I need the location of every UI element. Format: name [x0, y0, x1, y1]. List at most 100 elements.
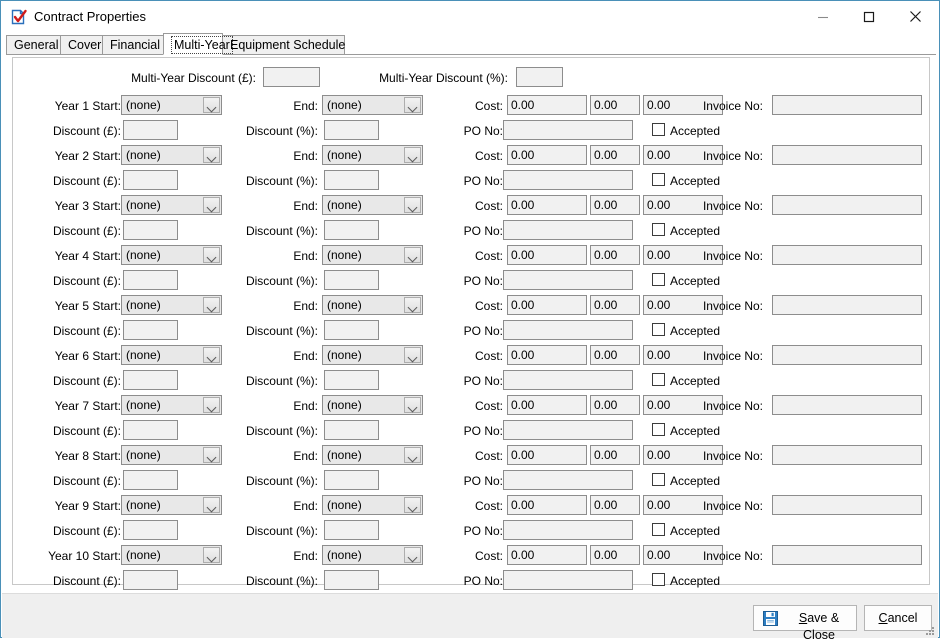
year-start-label-4: Year 4 Start:: [54, 249, 121, 263]
accepted-checkbox-1[interactable]: [652, 123, 665, 136]
tab-general[interactable]: General: [6, 35, 61, 54]
invoice-no-label-1: Invoice No:: [702, 99, 763, 113]
cost-input-2-4[interactable]: 0.00: [590, 245, 640, 265]
cost-input-1-9[interactable]: 0.00: [507, 495, 587, 515]
invoice-no-input-6[interactable]: [772, 345, 922, 365]
discount-pounds-input-2[interactable]: [123, 170, 178, 190]
cost-input-2-6[interactable]: 0.00: [590, 345, 640, 365]
invoice-no-input-2[interactable]: [772, 145, 922, 165]
po-no-input-1[interactable]: [503, 120, 633, 140]
invoice-no-input-7[interactable]: [772, 395, 922, 415]
po-no-input-9[interactable]: [503, 520, 633, 540]
discount-pounds-input-4[interactable]: [123, 270, 178, 290]
tab-label: General: [14, 38, 59, 52]
cost-label-6: Cost:: [474, 349, 503, 363]
accepted-checkbox-2[interactable]: [652, 173, 665, 186]
cost-input-2-3[interactable]: 0.00: [590, 195, 640, 215]
discount-percent-input-1[interactable]: [324, 120, 379, 140]
discount-pounds-input-1[interactable]: [123, 120, 178, 140]
cancel-button[interactable]: Cancel: [864, 605, 932, 631]
accepted-checkbox-3[interactable]: [652, 223, 665, 236]
minimize-button[interactable]: [800, 1, 846, 32]
po-no-input-10[interactable]: [503, 570, 633, 590]
discount-pounds-input-5[interactable]: [123, 320, 178, 340]
discount-percent-input-7[interactable]: [324, 420, 379, 440]
resize-grip-icon[interactable]: [923, 624, 935, 636]
discount-percent-input-3[interactable]: [324, 220, 379, 240]
discount-percent-input-8[interactable]: [324, 470, 379, 490]
po-no-input-8[interactable]: [503, 470, 633, 490]
discount-pounds-input-10[interactable]: [123, 570, 178, 590]
end-label-4: End:: [293, 249, 318, 263]
year-start-label-7: Year 7 Start:: [54, 399, 121, 413]
cost-input-1-4[interactable]: 0.00: [507, 245, 587, 265]
cost-input-1-7[interactable]: 0.00: [507, 395, 587, 415]
discount-pounds-input-9[interactable]: [123, 520, 178, 540]
tab-cover[interactable]: Cover: [60, 35, 103, 54]
save-and-close-button[interactable]: Save & Close: [753, 605, 857, 642]
discount-percent-input-5[interactable]: [324, 320, 379, 340]
invoice-no-input-10[interactable]: [772, 545, 922, 565]
po-no-input-5[interactable]: [503, 320, 633, 340]
cost-input-1-2[interactable]: 0.00: [507, 145, 587, 165]
invoice-no-input-9[interactable]: [772, 495, 922, 515]
accepted-checkbox-4[interactable]: [652, 273, 665, 286]
cost-input-2-2[interactable]: 0.00: [590, 145, 640, 165]
accepted-checkbox-9[interactable]: [652, 523, 665, 536]
tab-financial[interactable]: Financial: [102, 35, 164, 54]
cost-input-2-9[interactable]: 0.00: [590, 495, 640, 515]
accepted-checkbox-5[interactable]: [652, 323, 665, 336]
year-start-label-1: Year 1 Start:: [54, 99, 121, 113]
po-no-input-6[interactable]: [503, 370, 633, 390]
discount-percent-input-4[interactable]: [324, 270, 379, 290]
discount-percent-label-8: Discount (%):: [245, 474, 318, 488]
cost-input-2-5[interactable]: 0.00: [590, 295, 640, 315]
close-button[interactable]: [892, 1, 938, 32]
po-no-label-5: PO No:: [463, 324, 503, 338]
tab-equipment-schedule[interactable]: Equipment Schedule: [222, 35, 345, 54]
discount-percent-input-9[interactable]: [324, 520, 379, 540]
accepted-checkbox-8[interactable]: [652, 473, 665, 486]
invoice-no-input-5[interactable]: [772, 295, 922, 315]
cost-input-1-1[interactable]: 0.00: [507, 95, 587, 115]
cost-input-2-1[interactable]: 0.00: [590, 95, 640, 115]
accepted-checkbox-6[interactable]: [652, 373, 665, 386]
invoice-no-input-4[interactable]: [772, 245, 922, 265]
maximize-button[interactable]: [846, 1, 892, 32]
discount-percent-label-10: Discount (%):: [245, 574, 318, 588]
year-start-combo-8-value: (none): [126, 448, 161, 462]
invoice-no-label-10: Invoice No:: [702, 549, 763, 563]
discount-pounds-input-8[interactable]: [123, 470, 178, 490]
discount-percent-label-3: Discount (%):: [245, 224, 318, 238]
year-start-label-6: Year 6 Start:: [54, 349, 121, 363]
accepted-checkbox-10[interactable]: [652, 573, 665, 586]
po-no-input-3[interactable]: [503, 220, 633, 240]
discount-pounds-input-3[interactable]: [123, 220, 178, 240]
tab-multi-year[interactable]: Multi-Year: [163, 33, 233, 55]
po-no-input-7[interactable]: [503, 420, 633, 440]
discount-percent-input-2[interactable]: [324, 170, 379, 190]
cost-input-2-10[interactable]: 0.00: [590, 545, 640, 565]
accepted-checkbox-7[interactable]: [652, 423, 665, 436]
cost-input-1-5[interactable]: 0.00: [507, 295, 587, 315]
invoice-no-input-1[interactable]: [772, 95, 922, 115]
po-no-label-2: PO No:: [463, 174, 503, 188]
cost-input-2-7[interactable]: 0.00: [590, 395, 640, 415]
discount-percent-input-6[interactable]: [324, 370, 379, 390]
cost-input-1-3[interactable]: 0.00: [507, 195, 587, 215]
year-end-combo-4-value: (none): [327, 248, 362, 262]
po-no-input-2[interactable]: [503, 170, 633, 190]
discount-percent-label-7: Discount (%):: [245, 424, 318, 438]
invoice-no-input-8[interactable]: [772, 445, 922, 465]
po-no-input-4[interactable]: [503, 270, 633, 290]
cost-input-1-10[interactable]: 0.00: [507, 545, 587, 565]
invoice-no-input-3[interactable]: [772, 195, 922, 215]
cost-input-1-6[interactable]: 0.00: [507, 345, 587, 365]
cost-input-1-8[interactable]: 0.00: [507, 445, 587, 465]
discount-pounds-input-7[interactable]: [123, 420, 178, 440]
multi-year-discount-percent-input[interactable]: [516, 67, 563, 87]
save-floppy-icon: [763, 611, 778, 626]
discount-pounds-input-6[interactable]: [123, 370, 178, 390]
cost-input-2-8[interactable]: 0.00: [590, 445, 640, 465]
discount-percent-input-10[interactable]: [324, 570, 379, 590]
